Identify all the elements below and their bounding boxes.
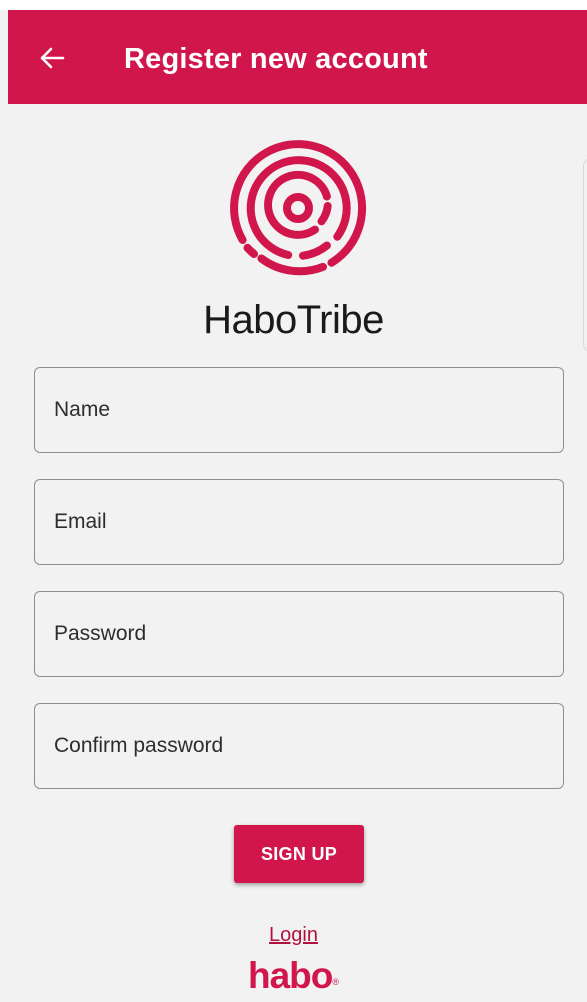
habo-logo-text: habo: [247, 955, 333, 996]
name-field[interactable]: [34, 367, 564, 453]
login-link[interactable]: Login: [0, 924, 587, 947]
registered-mark: ®: [332, 977, 340, 987]
confirm-password-input[interactable]: [35, 704, 563, 788]
arrow-left-icon: [40, 47, 65, 69]
sign-up-button[interactable]: SIGN UP: [234, 825, 364, 883]
confirm-password-field[interactable]: [34, 703, 564, 789]
brand-name: HaboTribe: [203, 298, 384, 342]
back-button[interactable]: [34, 40, 70, 76]
habo-footer-logo: habo®: [0, 954, 587, 998]
email-input[interactable]: [35, 480, 563, 564]
habotribe-logo-icon: [230, 140, 367, 276]
page-title: Register new account: [124, 43, 428, 75]
status-bar-strip: [0, 0, 587, 10]
password-field[interactable]: [34, 591, 564, 677]
app-bar: Register new account: [8, 10, 587, 104]
name-input[interactable]: [35, 368, 563, 452]
password-input[interactable]: [35, 592, 563, 676]
email-field[interactable]: [34, 479, 564, 565]
